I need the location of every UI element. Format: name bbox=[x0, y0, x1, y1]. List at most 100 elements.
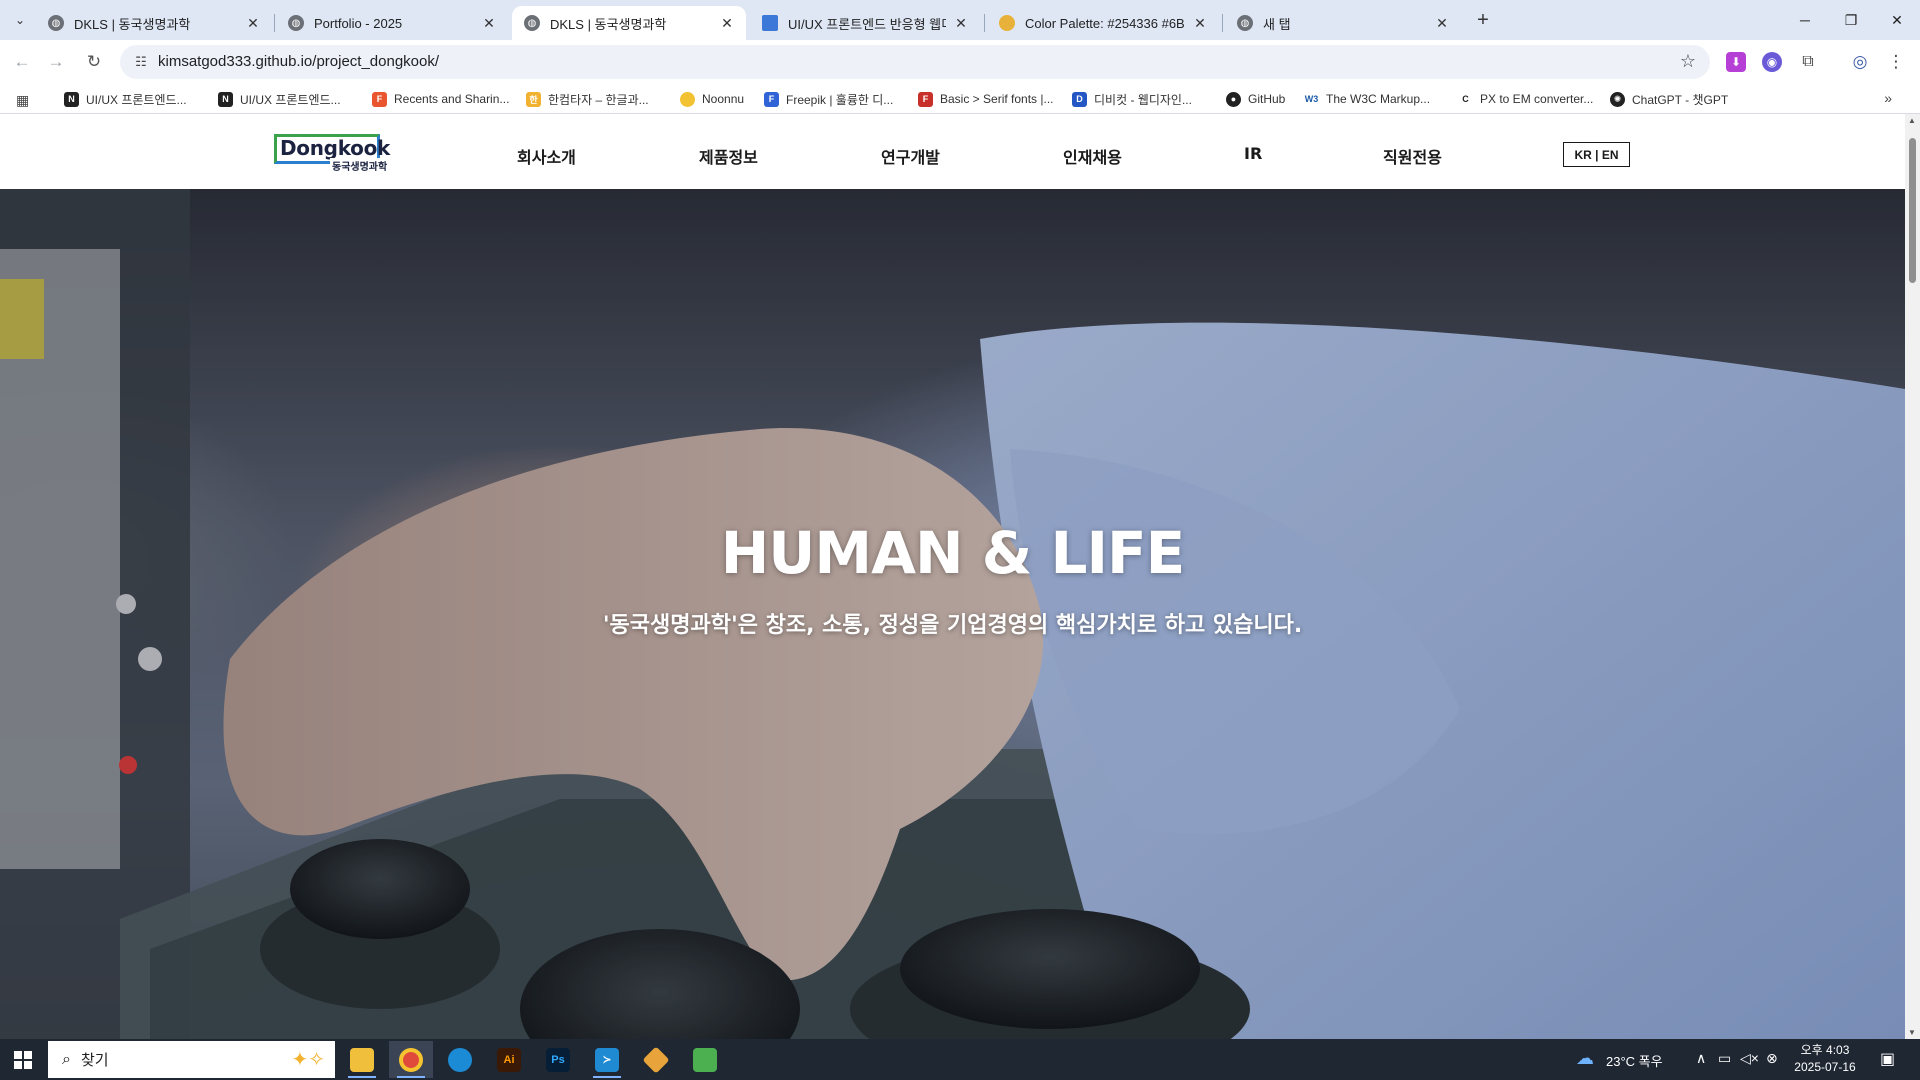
tab-portfolio[interactable]: ◍ Portfolio - 2025 ✕ bbox=[276, 6, 508, 40]
figma-icon: F bbox=[372, 91, 387, 107]
dbcut-icon: D bbox=[1072, 91, 1087, 107]
forward-arrow-icon[interactable]: → bbox=[42, 48, 70, 76]
bookmark-label: Recents and Sharin... bbox=[394, 92, 510, 106]
minimize-icon[interactable]: ─ bbox=[1782, 0, 1828, 40]
scroll-thumb[interactable] bbox=[1909, 138, 1916, 283]
nav-products[interactable]: 제품정보 bbox=[699, 144, 758, 168]
bookmark-hancom[interactable]: 한 한컴타자 – 한글과... bbox=[526, 90, 649, 108]
restore-icon[interactable]: ❐ bbox=[1828, 0, 1874, 40]
running-indicator bbox=[397, 1076, 425, 1078]
windows-taskbar: ⌕ 찾기 ✦✧ Ai Ps ≻ ☁ 23°C 폭우 ∧ ▭ ◁× ⊗ 오후 4:… bbox=[0, 1039, 1920, 1080]
back-arrow-icon[interactable]: ← bbox=[8, 48, 36, 76]
taskbar-edge[interactable] bbox=[438, 1041, 482, 1078]
close-icon[interactable]: ✕ bbox=[1191, 14, 1209, 32]
address-bar[interactable]: ☷ kimsatgod333.github.io/project_dongkoo… bbox=[120, 45, 1710, 79]
chrome-icon: ◍ bbox=[1237, 15, 1253, 31]
nav-careers[interactable]: 인재채용 bbox=[1063, 144, 1122, 168]
nav-company[interactable]: 회사소개 bbox=[517, 144, 576, 168]
close-icon[interactable]: ✕ bbox=[1433, 14, 1451, 32]
site-info-icon[interactable]: ☷ bbox=[132, 53, 150, 71]
bookmark-dbcut[interactable]: D 디비컷 - 웹디자인... bbox=[1072, 90, 1192, 108]
url-text[interactable]: kimsatgod333.github.io/project_dongkook/ bbox=[158, 53, 439, 70]
search-icon: ⌕ bbox=[62, 1050, 71, 1068]
bookmark-w3c[interactable]: W3 The W3C Markup... bbox=[1304, 90, 1430, 108]
hero-section: HUMAN & LIFE '동국생명과학'은 창조, 소통, 정성을 기업경영의… bbox=[0, 189, 1905, 1039]
start-tile bbox=[24, 1051, 32, 1059]
search-placeholder: 찾기 bbox=[80, 1052, 109, 1069]
window-close-icon[interactable]: ✕ bbox=[1874, 0, 1920, 40]
bookmark-label: Freepik | 훌륭한 디... bbox=[786, 92, 894, 107]
color-extension-icon[interactable]: ◉ bbox=[1762, 52, 1782, 72]
bookmark-figma[interactable]: F Recents and Sharin... bbox=[372, 90, 509, 108]
bookmark-notion-1[interactable]: N UI/UX 프론트엔드... bbox=[64, 90, 187, 108]
tab-new-tab[interactable]: ◍ 새 탭 ✕ bbox=[1225, 6, 1461, 40]
windows-start-icon[interactable] bbox=[14, 1051, 32, 1069]
profile-icon[interactable]: ◎ bbox=[1850, 52, 1870, 72]
px-to-em-icon: C bbox=[1458, 91, 1473, 107]
tab-color-palette[interactable]: Color Palette: #254336 #6B8A ✕ bbox=[987, 6, 1219, 40]
taskbar-photoshop[interactable]: Ps bbox=[536, 1041, 580, 1078]
tab-title: Color Palette: #254336 #6B8A bbox=[1025, 15, 1185, 31]
close-icon[interactable]: ✕ bbox=[718, 14, 736, 32]
volume-muted-icon[interactable]: ◁× bbox=[1740, 1050, 1759, 1067]
bookmark-px-to-em[interactable]: C PX to EM converter... bbox=[1458, 90, 1593, 108]
close-icon[interactable]: ✕ bbox=[244, 14, 262, 32]
tab-title: UI/UX 프론트엔드 반응형 웹디 bbox=[788, 16, 946, 32]
taskbar-clock[interactable]: 오후 4:03 2025-07-16 bbox=[1780, 1042, 1870, 1076]
bookmark-label: GitHub bbox=[1248, 92, 1286, 106]
nav-research[interactable]: 연구개발 bbox=[881, 144, 940, 168]
more-bookmarks-chevron-icon[interactable]: » bbox=[1884, 90, 1892, 106]
close-icon[interactable]: ✕ bbox=[952, 14, 970, 32]
language-toggle[interactable]: KR | EN bbox=[1563, 142, 1630, 167]
folder-icon bbox=[350, 1047, 374, 1072]
photoshop-icon: Ps bbox=[546, 1047, 570, 1072]
scroll-down-arrow-icon[interactable]: ▼ bbox=[1908, 1028, 1916, 1037]
vscode-icon: ≻ bbox=[595, 1047, 619, 1072]
bookmark-noonnu[interactable]: Noonnu bbox=[680, 90, 744, 108]
status-x-icon[interactable]: ⊗ bbox=[1766, 1050, 1778, 1067]
notion-icon: N bbox=[64, 91, 79, 107]
dongkook-logo[interactable]: Dongkook 동국생명과학 bbox=[274, 134, 396, 173]
nav-staff-only[interactable]: 직원전용 bbox=[1383, 144, 1442, 168]
extensions-puzzle-icon[interactable]: ⧉ bbox=[1798, 52, 1818, 72]
network-icon[interactable]: ▭ bbox=[1718, 1050, 1731, 1067]
color-hunt-icon bbox=[999, 15, 1015, 31]
taskbar-chrome[interactable] bbox=[389, 1041, 433, 1078]
tab-strip: ⌄ ◍ DKLS | 동국생명과학 ✕ ◍ Portfolio - 2025 ✕… bbox=[0, 0, 1920, 40]
taskbar-illustrator[interactable]: Ai bbox=[487, 1041, 531, 1078]
nav-ir[interactable]: IR bbox=[1244, 144, 1262, 163]
copilot-sparkle-icon: ✦✧ bbox=[291, 1049, 325, 1071]
bookmark-star-icon[interactable]: ☆ bbox=[1680, 51, 1696, 72]
running-indicator bbox=[348, 1076, 376, 1078]
close-icon[interactable]: ✕ bbox=[480, 14, 498, 32]
new-tab-plus-icon[interactable]: + bbox=[1470, 8, 1496, 32]
taskbar-cube-app[interactable] bbox=[683, 1041, 727, 1078]
taskbar-search-box[interactable]: ⌕ 찾기 ✦✧ bbox=[48, 1041, 335, 1078]
bookmark-notion-2[interactable]: N UI/UX 프론트엔드... bbox=[218, 90, 341, 108]
scroll-up-arrow-icon[interactable]: ▲ bbox=[1908, 116, 1916, 125]
weather-text[interactable]: 23°C 폭우 bbox=[1606, 1051, 1663, 1070]
menu-kebab-icon[interactable]: ⋮ bbox=[1886, 52, 1906, 72]
reload-icon[interactable]: ↻ bbox=[80, 48, 108, 76]
taskbar-vscode[interactable]: ≻ bbox=[585, 1041, 629, 1078]
tab-dkls-active[interactable]: ◍ DKLS | 동국생명과학 ✕ bbox=[512, 6, 746, 40]
notification-center-icon[interactable]: ▣ bbox=[1880, 1049, 1895, 1069]
download-extension-icon[interactable]: ⬇ bbox=[1726, 52, 1746, 72]
tab-uiux-folder[interactable]: UI/UX 프론트엔드 반응형 웹디 ✕ bbox=[750, 6, 980, 40]
browser-toolbar: ← → ↻ ☷ kimsatgod333.github.io/project_d… bbox=[0, 40, 1920, 84]
bookmark-freepik[interactable]: F Freepik | 훌륭한 디... bbox=[764, 90, 893, 108]
taskbar-git-tool[interactable] bbox=[634, 1041, 678, 1078]
apps-grid-icon[interactable]: ▦ bbox=[16, 92, 29, 109]
page-scrollbar[interactable]: ▲ ▼ bbox=[1905, 114, 1920, 1039]
weather-icon[interactable]: ☁ bbox=[1576, 1048, 1594, 1069]
bookmark-label: PX to EM converter... bbox=[1480, 92, 1594, 106]
taskbar-file-explorer[interactable] bbox=[340, 1041, 384, 1078]
bookmark-chatgpt[interactable]: ✺ ChatGPT - 챗GPT bbox=[1610, 90, 1728, 108]
bookmark-github[interactable]: ● GitHub bbox=[1226, 90, 1285, 108]
tab-divider bbox=[274, 14, 275, 32]
tray-chevron-up-icon[interactable]: ∧ bbox=[1696, 1050, 1706, 1067]
bookmark-google-fonts[interactable]: F Basic > Serif fonts |... bbox=[918, 90, 1054, 108]
tab-search-chevron-icon[interactable]: ⌄ bbox=[6, 8, 34, 32]
fonts-icon: F bbox=[918, 91, 933, 107]
tab-dkls-1[interactable]: ◍ DKLS | 동국생명과학 ✕ bbox=[36, 6, 272, 40]
